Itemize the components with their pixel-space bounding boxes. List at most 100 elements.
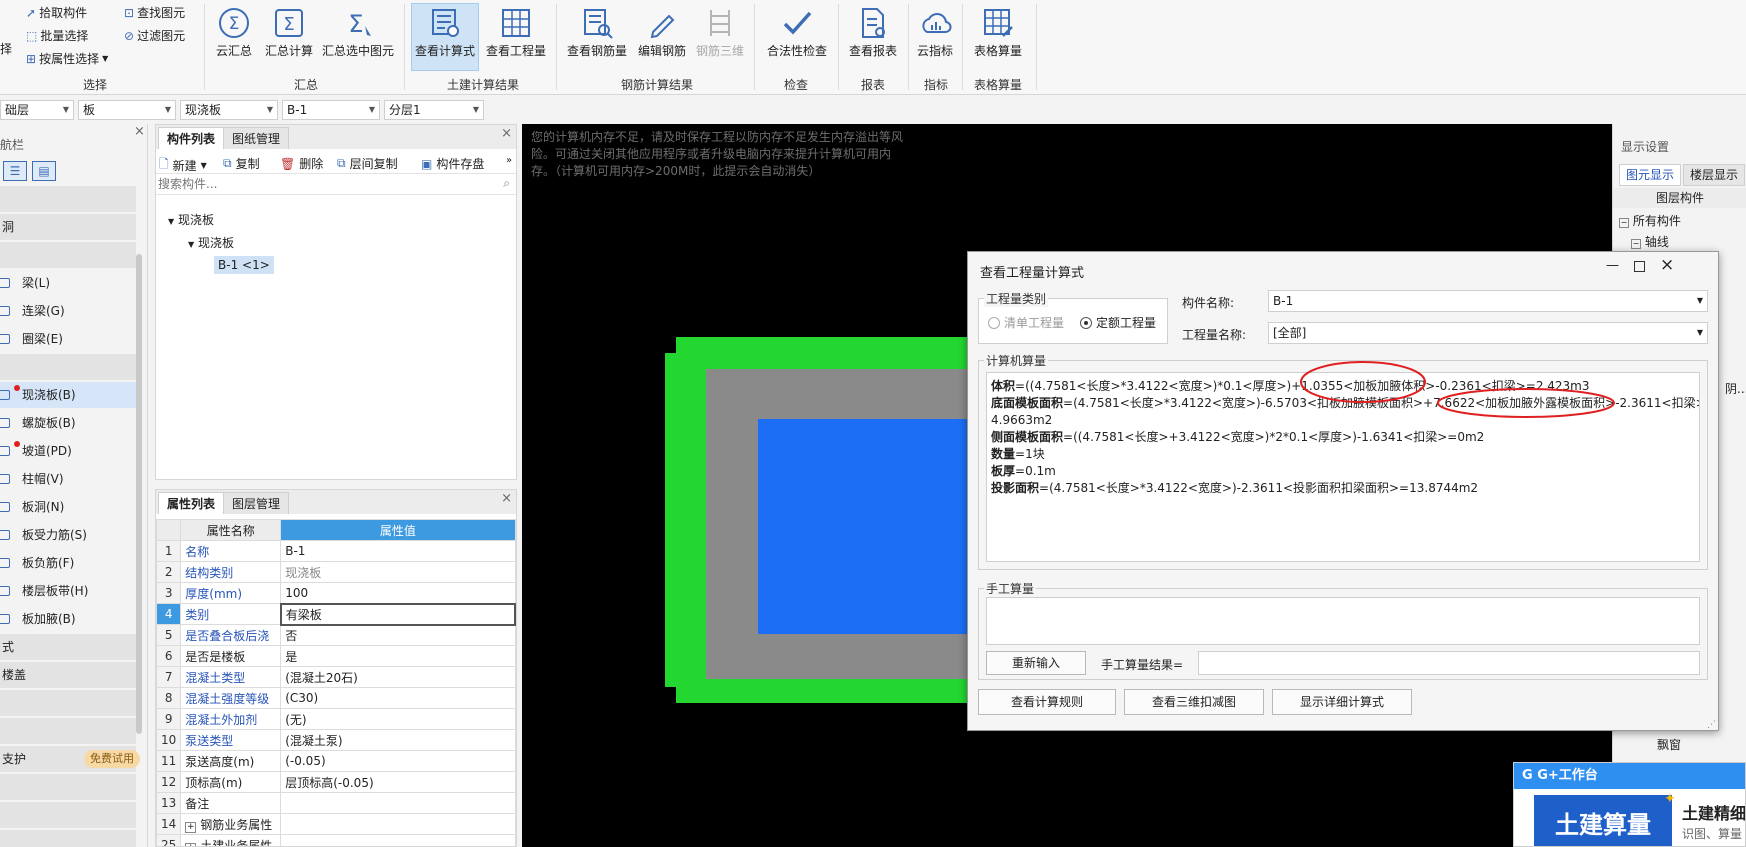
table-row[interactable]: 7 混凝土类型 (混凝土20石) [156,666,516,688]
component-type-dropdown[interactable]: 现浇板 ▼ [180,100,278,120]
floor-copy-button[interactable]: ⧉ 层间复制 [337,155,398,172]
close-icon[interactable]: × [134,124,145,139]
tree-leaf-b1[interactable]: B-1 <1> [214,256,274,274]
manual-result-field[interactable] [1198,651,1700,675]
minimize-icon[interactable]: — [1606,258,1619,273]
close-icon[interactable]: × [501,491,512,506]
sidebar-item[interactable]: 圈梁(E) [0,326,136,352]
sidebar-item[interactable] [0,802,136,828]
sidebar-item[interactable] [0,718,136,744]
property-value[interactable]: 现浇板 [280,561,516,583]
expand-icon[interactable]: + [185,842,197,846]
save-component-button[interactable]: ▣ 构件存盘 [421,155,484,172]
property-value[interactable]: (混凝土泵) [280,729,516,751]
table-row[interactable]: 13 备注 [156,792,516,814]
property-value[interactable]: (混凝土20石) [280,666,516,688]
radio-quota-qty[interactable]: 定额工程量 [1080,314,1156,331]
show-detail-formula-button[interactable]: 显示详细计算式 [1272,689,1412,715]
category-dropdown[interactable]: 板 ▼ [78,100,176,120]
bay-window-item[interactable]: 飘窗 [1657,736,1681,753]
view-quantity-button[interactable]: 查看工程量 [483,6,549,59]
rebar-3d-button[interactable]: 钢筋三维 [692,6,748,59]
sidebar-item[interactable]: 楼盖 [0,662,136,688]
property-value[interactable]: 否 [280,624,516,646]
qty-name-select[interactable]: [全部] ▼ [1268,322,1708,344]
table-row[interactable]: 12 顶标高(m) 层顶标高(-0.05) [156,771,516,793]
slab-region[interactable] [758,419,996,634]
sidebar-item[interactable]: 板洞(N) [0,494,136,520]
summary-calc-button[interactable]: Σ 汇总计算 [262,6,316,59]
edit-rebar-button[interactable]: 编辑钢筋 [634,6,690,59]
property-value[interactable] [280,813,516,835]
tree-child[interactable]: ▼ 现浇板 [188,234,234,251]
batch-select-button[interactable]: ⬚ 批量选择 [26,27,88,44]
floor-dropdown[interactable]: 础层 ▼ [0,100,74,120]
sidebar-item[interactable] [0,774,136,800]
legality-check-button[interactable]: 合法性检查 [762,6,832,59]
cloud-summary-button[interactable]: Σ 云汇总 [214,6,254,59]
maximize-icon[interactable] [1634,261,1645,272]
g-plus-workbench-popup[interactable]: G G+工作台 土建算量 ✦ 土建精细 识图、算量 [1513,762,1746,847]
sidebar-item[interactable]: 板受力筋(S) [0,522,136,548]
property-value[interactable]: 是 [280,645,516,667]
expand-icon[interactable]: + [185,821,197,833]
tab-floor-display[interactable]: 楼层显示 [1683,164,1746,186]
property-value[interactable]: (-0.05) [280,750,516,772]
property-value[interactable]: 有梁板 [279,602,516,626]
property-value[interactable] [280,792,516,814]
nav-scrollbar[interactable] [136,254,142,734]
table-row[interactable]: 5 是否叠合板后浇否 [156,624,516,646]
table-row[interactable]: 2 结构类别 现浇板 [156,561,516,583]
reinput-button[interactable]: 重新输入 [986,651,1086,675]
table-row[interactable]: 10 泵送类型 (混凝土泵) [156,729,516,751]
sidebar-item[interactable] [0,354,136,380]
sidebar-item[interactable]: 板负筋(F) [0,550,136,576]
view-report-button[interactable]: 查看报表 [844,6,902,59]
component-name-select[interactable]: B-1 ▼ [1268,290,1708,312]
delete-button[interactable]: 🗑 删除 [280,155,323,172]
table-row[interactable]: 4 类别 有梁板 [156,602,516,626]
close-icon[interactable]: × [501,126,512,141]
property-value[interactable]: B-1 [280,540,516,562]
sidebar-item[interactable]: 坡道(PD) [0,438,136,464]
detail-view-icon[interactable]: ▤ [32,161,56,181]
table-row[interactable]: 6 是否是楼板是 [156,645,516,667]
property-value[interactable]: (C30) [280,687,516,709]
tab-drawing-management[interactable]: 图纸管理 [223,127,290,149]
property-value[interactable]: (无) [280,708,516,730]
table-row[interactable]: 1 名称 B-1 [156,540,516,562]
sidebar-item[interactable]: 柱帽(V) [0,466,136,492]
sidebar-item[interactable]: 洞 [0,214,136,240]
property-value[interactable] [280,834,516,846]
list-view-icon[interactable]: ☰ [3,161,27,181]
tree-root[interactable]: ▼ 现浇板 [168,211,214,228]
view-calc-rules-button[interactable]: 查看计算规则 [978,689,1116,715]
sidebar-item[interactable]: 梁(L) [0,270,136,296]
copy-button[interactable]: ⧉ 复制 [223,155,260,172]
table-row[interactable]: 8 混凝土强度等级 (C30) [156,687,516,709]
resize-grip-icon[interactable]: ⋰ [1707,720,1716,730]
search-icon[interactable]: ⌕ [503,176,510,191]
manual-qty-input[interactable] [986,597,1700,645]
component-dropdown[interactable]: B-1 ▼ [282,100,380,120]
table-row[interactable]: 25+土建业务属性 [156,834,516,846]
sidebar-item[interactable]: 式 [0,634,136,660]
sidebar-item[interactable]: 连梁(G) [0,298,136,324]
view-formula-button[interactable]: 查看计算式 [411,6,479,59]
select-by-attribute-button[interactable]: ⊞ 按属性选择 ▼ [26,50,108,67]
table-row[interactable]: 9 混凝土外加剂 (无) [156,708,516,730]
sidebar-item[interactable]: 楼层板带(H) [0,578,136,604]
table-row[interactable]: 14 + 钢筋业务属性 [156,813,516,835]
close-icon[interactable]: × [1660,255,1674,275]
table-row[interactable]: 3 厚度(mm) 100 [156,582,516,604]
filter-element-button[interactable]: ⊘ 过滤图元 [124,27,185,44]
all-components-item[interactable]: − 所有构件 [1619,212,1681,229]
find-element-button[interactable]: ⊡ 查找图元 [124,4,185,21]
search-input[interactable] [158,175,488,193]
tab-layer-management[interactable]: 图层管理 [223,492,290,514]
layer-dropdown[interactable]: 分层1 ▼ [384,100,484,120]
property-value[interactable]: 层顶标高(-0.05) [280,771,516,793]
radio-list-qty[interactable]: 清单工程量 [988,314,1064,331]
sidebar-item[interactable]: 板加腋(B) [0,606,136,632]
sidebar-item[interactable] [0,690,136,716]
